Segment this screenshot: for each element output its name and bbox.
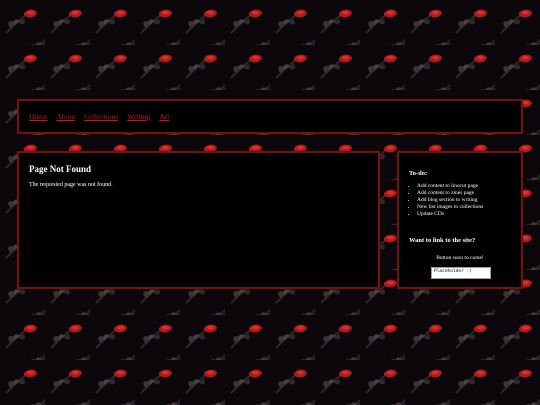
nav-link-writing[interactable]: Writing	[127, 112, 150, 121]
nav-link-about[interactable]: About	[56, 112, 75, 121]
not-found-message: The requested page was not found.	[29, 182, 113, 188]
todo-item: Add blog section to writing	[417, 197, 483, 204]
page-title: Page Not Found	[29, 164, 92, 174]
todo-item: New list images to collections	[417, 204, 483, 211]
todo-heading: To-do:	[409, 170, 428, 177]
main-content-panel: Page Not Found The requested page was no…	[17, 151, 380, 289]
main-nav: Home About Collections Writing Art	[29, 112, 169, 121]
todo-item: Add content to zines page	[417, 190, 483, 197]
todo-list: Add content to linocut page Add content …	[409, 183, 483, 218]
nav-panel: Home About Collections Writing Art	[17, 99, 523, 134]
link-code-textarea[interactable]: Placeholder :)	[431, 267, 491, 279]
nav-link-collections[interactable]: Collections	[84, 112, 118, 121]
nav-link-home[interactable]: Home	[29, 112, 47, 121]
todo-item: Update CDs	[417, 211, 483, 218]
sidebar-panel: To-do: Add content to linocut page Add c…	[397, 151, 523, 289]
button-note: Button soon to come!	[436, 255, 484, 261]
nav-link-art[interactable]: Art	[159, 112, 169, 121]
todo-item: Add content to linocut page	[417, 183, 483, 190]
link-heading: Want to link to the site?	[409, 237, 476, 244]
